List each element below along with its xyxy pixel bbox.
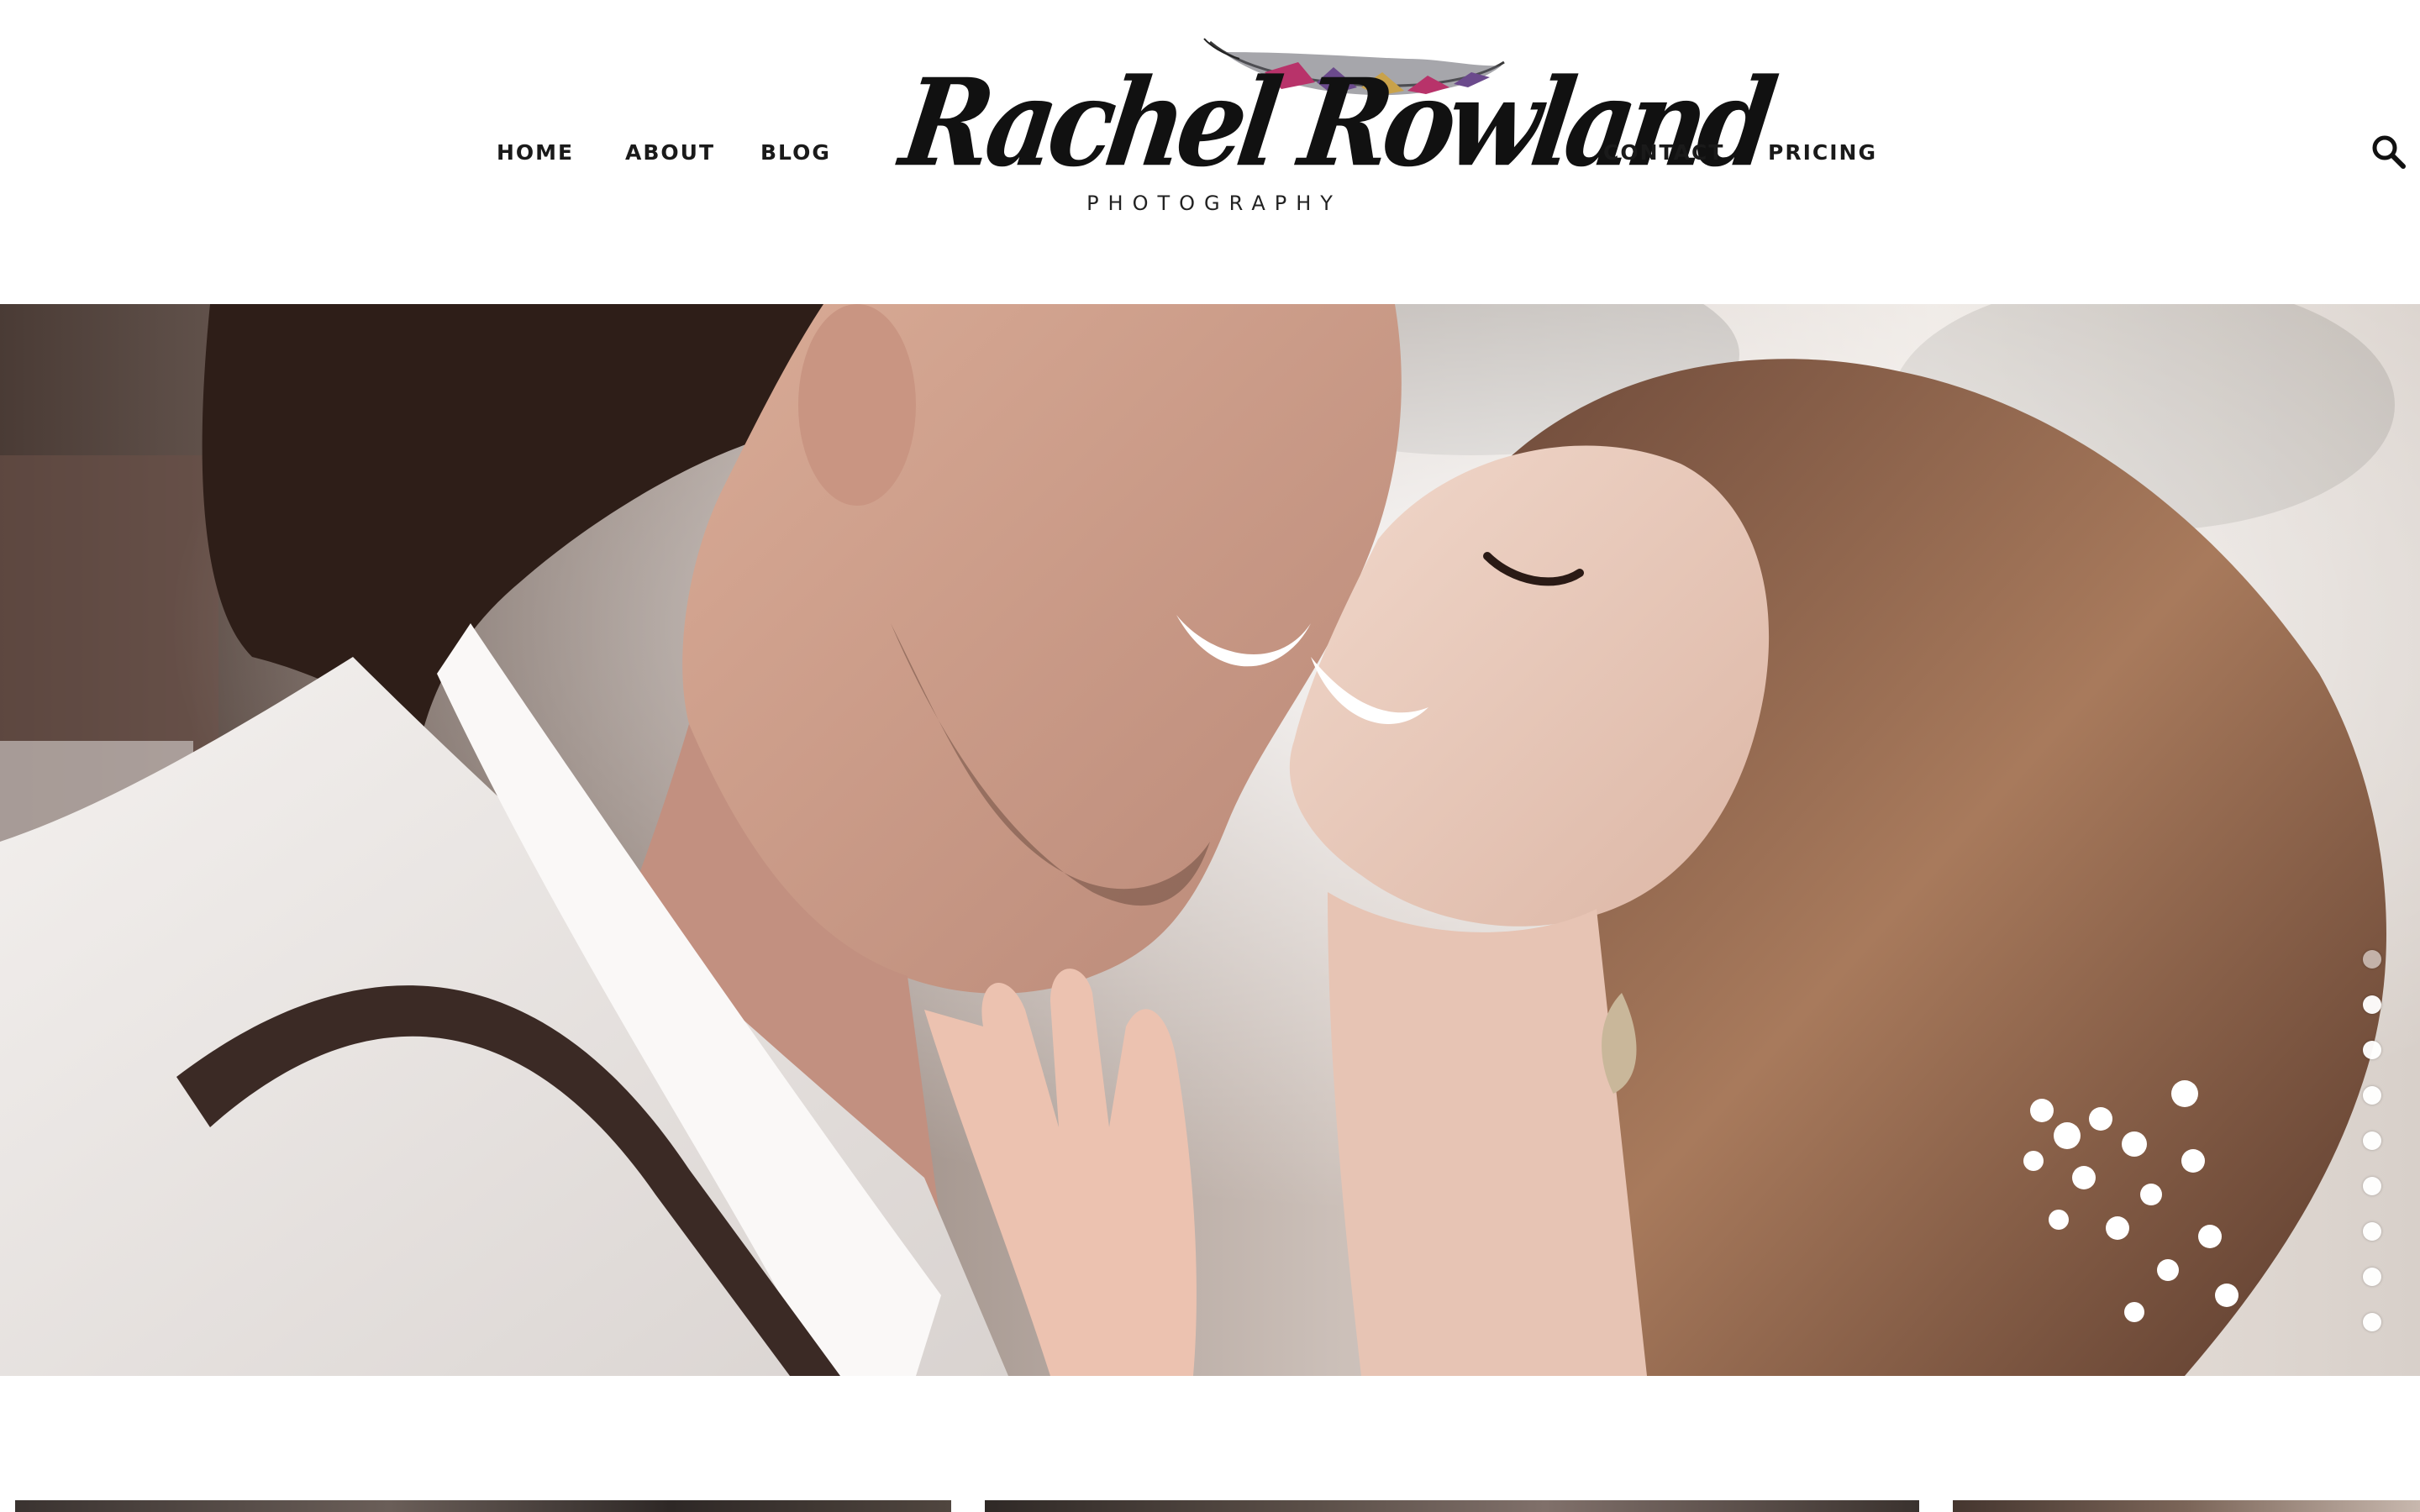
slider-dot-5[interactable]: [2363, 1131, 2381, 1150]
slider-dot-9[interactable]: [2363, 1313, 2381, 1331]
nav-blog[interactable]: BLOG: [760, 136, 831, 170]
nav-contact[interactable]: CONTACT: [1603, 136, 1724, 170]
nav-home[interactable]: HOME: [497, 136, 574, 170]
slider-dot-3[interactable]: [2363, 1041, 2381, 1059]
slider-dot-1[interactable]: [2363, 950, 2381, 969]
site-logo[interactable]: Rachel Rowland PHOTOGRAPHY: [893, 34, 1777, 227]
gallery-thumb-1[interactable]: [15, 1500, 951, 1512]
slider-dot-4[interactable]: [2363, 1086, 2381, 1105]
logo-subtitle: PHOTOGRAPHY: [1086, 192, 1342, 215]
slider-dot-7[interactable]: [2363, 1222, 2381, 1241]
search-icon: [2372, 135, 2406, 169]
slider-dot-6[interactable]: [2363, 1177, 2381, 1195]
nav-pricing[interactable]: PRICING: [1768, 136, 1877, 170]
gallery-thumb-2[interactable]: [985, 1500, 1919, 1512]
slider-dot-2[interactable]: [2363, 995, 2381, 1014]
slider-dot-8[interactable]: [2363, 1268, 2381, 1286]
gallery-thumb-3[interactable]: [1953, 1500, 2420, 1512]
hero-photo: [0, 304, 2420, 1376]
site-header: HOME ABOUT BLOG Rachel Rowland PHOTOGRAP…: [0, 0, 2420, 304]
gallery-thumbnails: [0, 1500, 2420, 1512]
hero-slider: [0, 304, 2420, 1376]
logo-script-text: Rachel Rowland: [893, 53, 1777, 194]
slider-dots: [2363, 950, 2383, 1336]
search-button[interactable]: [2370, 133, 2408, 171]
page: HOME ABOUT BLOG Rachel Rowland PHOTOGRAP…: [0, 0, 2420, 1512]
nav-about[interactable]: ABOUT: [625, 136, 715, 170]
